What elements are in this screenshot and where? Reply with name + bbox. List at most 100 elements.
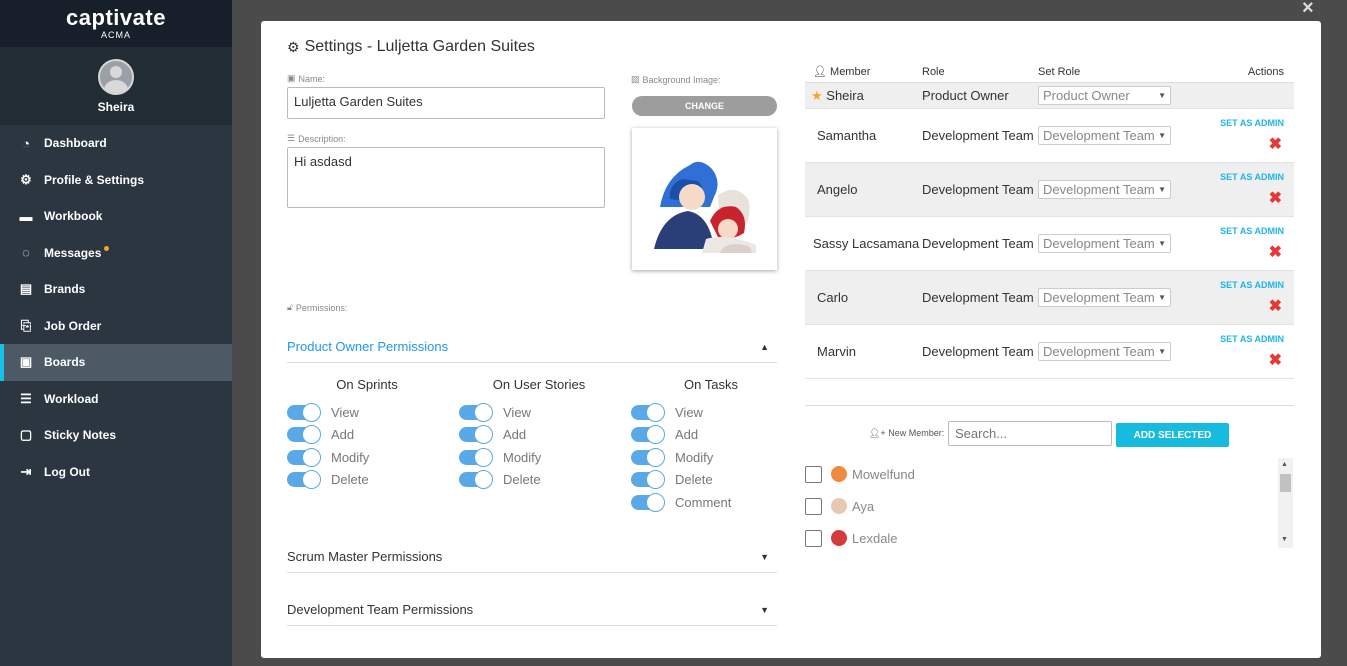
scrum-master-permissions-header[interactable]: Scrum Master Permissions ▼	[287, 549, 777, 573]
candidate-checkbox[interactable]	[805, 529, 822, 547]
sidebar-item-label: Boards	[44, 355, 86, 370]
change-button[interactable]: CHANGE	[632, 96, 777, 116]
member-actions: SET AS ADMIN ✖	[1198, 334, 1294, 370]
sidebar-item-label: Messages	[44, 245, 102, 260]
brand-logo[interactable]: captivate ACMA	[0, 0, 232, 47]
set-as-admin-link[interactable]: SET AS ADMIN	[1198, 280, 1284, 290]
permission-toggle[interactable]	[287, 425, 321, 445]
background-image-label: ▨ Background Image:	[631, 74, 721, 85]
remove-member-icon[interactable]: ✖	[1198, 296, 1282, 316]
scroll-down-icon[interactable]: ▼	[1281, 536, 1288, 543]
add-user-icon: 👤︎+	[869, 428, 886, 438]
background-image-label-text: Background Image:	[642, 74, 721, 85]
set-as-admin-link[interactable]: SET AS ADMIN	[1198, 118, 1284, 128]
sidebar-item-boards[interactable]: ▣ Boards	[0, 344, 232, 381]
close-icon[interactable]: ×	[1302, 0, 1314, 20]
name-label-text: Name:	[298, 73, 326, 84]
permission-toggle[interactable]	[631, 447, 665, 467]
sidebar-nav: ◔ Dashboard ⚙ Profile & Settings ▬ Workbook ◌ M…	[0, 125, 232, 490]
set-as-admin-link[interactable]: SET AS ADMIN	[1198, 172, 1284, 182]
header-member: Member	[830, 66, 871, 78]
name-field[interactable]: Luljetta Garden Suites	[287, 87, 605, 119]
search-input[interactable]	[948, 421, 1112, 446]
member-column-header: 👤︎ Member	[805, 65, 922, 78]
permission-toggle[interactable]	[459, 425, 493, 445]
sidebar-item-dashboard[interactable]: ◔ Dashboard	[0, 125, 232, 162]
permission-label: View	[675, 404, 703, 420]
sidebar-item-workbook[interactable]: ▬ Workbook	[0, 198, 232, 235]
set-as-admin-link[interactable]: SET AS ADMIN	[1198, 334, 1284, 344]
avatar	[98, 58, 134, 95]
add-selected-button[interactable]: ADD SELECTED	[1116, 423, 1229, 447]
role-select[interactable]: Development Team ▼	[1038, 126, 1171, 145]
permissions-label-text: Permissions:	[295, 302, 348, 313]
permission-label: Add	[331, 427, 355, 443]
permission-toggle-row: Add	[287, 424, 447, 447]
header-set-role: Set Role	[1038, 65, 1081, 78]
candidate-scrollbar[interactable]: ▲ ▼	[1278, 458, 1293, 548]
role-select-value: Development Team	[1043, 182, 1155, 197]
permission-toggle[interactable]	[631, 470, 665, 490]
member-set-role: Development Team ▼	[1038, 126, 1198, 145]
candidate-item: Aya	[805, 490, 1294, 522]
remove-member-icon[interactable]: ✖	[1198, 134, 1282, 154]
remove-member-icon[interactable]: ✖	[1198, 350, 1282, 370]
member-row: Samantha Development Team Development Team…	[805, 109, 1294, 163]
permission-toggle[interactable]	[459, 402, 493, 422]
permission-label: Delete	[675, 472, 713, 488]
sidebar-item-workload[interactable]: ☰ Workload	[0, 381, 232, 418]
sidebar-item-label: Job Order	[44, 318, 102, 333]
perm-col-title: On Tasks	[684, 377, 738, 392]
sidebar-item-job-order[interactable]: ⎘ Job Order	[0, 308, 232, 345]
permission-toggle[interactable]	[459, 447, 493, 467]
dropdown-arrow-icon: ▼	[1158, 131, 1166, 140]
modal-title-text: Settings - Luljetta Garden Suites	[304, 38, 535, 55]
sidebar-item-log-out[interactable]: ⇥ Log Out	[0, 454, 232, 491]
permission-toggle-row: View	[631, 401, 791, 424]
sidebar-item-brands[interactable]: ▤ Brands	[0, 271, 232, 308]
member-role: Development Team	[922, 289, 1034, 305]
candidate-name: Lexdale	[852, 530, 898, 546]
permission-toggle[interactable]	[631, 425, 665, 445]
candidate-checkbox[interactable]	[805, 497, 822, 515]
sidebar-item-messages[interactable]: ◌ Messages	[0, 235, 232, 272]
permission-toggle[interactable]	[287, 470, 321, 490]
remove-member-icon[interactable]: ✖	[1198, 242, 1282, 262]
user-profile[interactable]: Sheira	[0, 47, 232, 125]
scroll-up-icon[interactable]: ▲	[1281, 461, 1288, 468]
role-select[interactable]: Product Owner ▼	[1038, 86, 1171, 105]
candidate-item: Lexdale	[805, 522, 1294, 548]
sidebar-item-profile-settings[interactable]: ⚙ Profile & Settings	[0, 162, 232, 199]
permission-toggle[interactable]	[287, 402, 321, 422]
set-as-admin-link[interactable]: SET AS ADMIN	[1198, 226, 1284, 236]
scroll-thumb[interactable]	[1280, 474, 1291, 492]
note-icon: ▢	[19, 427, 33, 443]
development-team-permissions-header[interactable]: Development Team Permissions ▼	[287, 602, 777, 626]
permission-toggle[interactable]	[631, 492, 665, 512]
role-select[interactable]: Development Team ▼	[1038, 342, 1171, 361]
member-name: Angelo	[817, 181, 858, 197]
description-field[interactable]: Hi asdasd	[287, 147, 605, 208]
permission-toggle-row: Add	[459, 424, 619, 447]
member-role: Development Team	[922, 343, 1034, 359]
permission-toggle[interactable]	[459, 470, 493, 490]
permission-label: Modify	[331, 449, 370, 465]
member-set-role: Development Team ▼	[1038, 342, 1198, 361]
permission-toggle[interactable]	[631, 402, 665, 422]
candidate-avatar	[831, 466, 847, 482]
remove-member-icon[interactable]: ✖	[1198, 188, 1282, 208]
permission-toggle[interactable]	[287, 447, 321, 467]
briefcase-icon: ▤	[19, 281, 33, 297]
product-owner-permissions-header[interactable]: Product Owner Permissions ▲	[287, 339, 777, 363]
sidebar-item-label: Workbook	[44, 209, 103, 224]
sidebar-item-sticky-notes[interactable]: ▢ Sticky Notes	[0, 417, 232, 454]
role-select[interactable]: Development Team ▼	[1038, 288, 1171, 307]
permissions-label: 🔓︎ Permissions:	[287, 302, 347, 313]
candidate-checkbox[interactable]	[805, 465, 822, 483]
role-select[interactable]: Development Team ▼	[1038, 234, 1171, 253]
permission-label: Modify	[675, 449, 714, 465]
role-select[interactable]: Development Team ▼	[1038, 180, 1171, 199]
sidebar-item-label: Log Out	[44, 464, 90, 479]
member-role: Development Team	[922, 127, 1034, 143]
member-name: Marvin	[817, 343, 857, 359]
